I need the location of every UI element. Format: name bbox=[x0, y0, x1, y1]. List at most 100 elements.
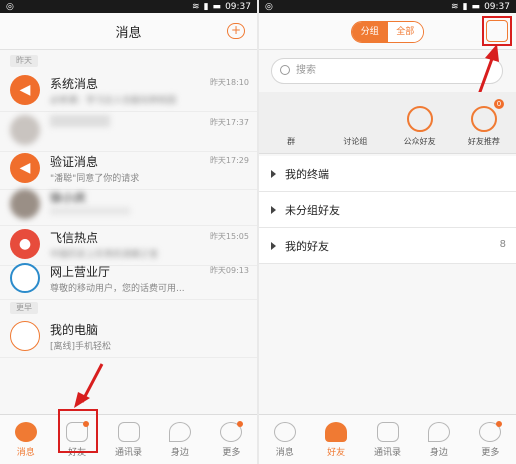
tab-messages[interactable]: 消息 bbox=[259, 415, 310, 464]
tab-label: 通讯录 bbox=[115, 447, 143, 458]
item-time: 昨天18:10 bbox=[209, 78, 249, 87]
quick-label: 公众好友 bbox=[403, 137, 436, 146]
group-row[interactable]: 我的好友 8 bbox=[259, 228, 516, 264]
avatar bbox=[10, 189, 40, 219]
speaker-icon: ◀ bbox=[10, 75, 40, 105]
group-name: 我的好友 bbox=[285, 240, 329, 253]
search-placeholder: 搜索 bbox=[296, 65, 316, 76]
status-bar: ◎ ≋ ▮ ▬ 09:37 bbox=[0, 0, 257, 13]
quick-actions: 群 讨论组 公众好友 0 好友推荐 bbox=[259, 92, 516, 154]
tab-nearby[interactable]: 身边 bbox=[154, 415, 205, 464]
tab-label: 消息 bbox=[16, 447, 35, 458]
tab-label: 身边 bbox=[429, 447, 448, 458]
china-mobile-logo bbox=[10, 263, 40, 293]
status-time: 09:37 bbox=[225, 1, 251, 12]
phone-book-icon bbox=[117, 421, 140, 442]
messages-screen: ◎ ≋ ▮ ▬ 09:37 消息 + 昨天 ◀ 系统消息 必修课：学习达人也能玩… bbox=[0, 0, 257, 464]
plus-chat-icon[interactable]: + bbox=[227, 23, 245, 39]
group-row[interactable]: 未分组好友 bbox=[259, 192, 516, 228]
quick-label: 讨论组 bbox=[343, 137, 368, 146]
status-icons-left: ◎ bbox=[6, 1, 14, 12]
tab-label: 更多 bbox=[222, 447, 241, 458]
item-name: 验证消息 bbox=[50, 155, 99, 169]
tab-contacts[interactable]: 通讯录 bbox=[103, 415, 154, 464]
phone-book-icon bbox=[376, 421, 399, 442]
speaker-icon: ◀ bbox=[10, 153, 40, 183]
battery-icon: ▬ bbox=[212, 1, 222, 12]
tab-all[interactable]: 全部 bbox=[387, 22, 423, 42]
quick-label: 群 bbox=[287, 137, 296, 146]
caret-right-icon bbox=[271, 206, 276, 214]
item-time: 昨天17:29 bbox=[209, 156, 249, 165]
status-time: 09:37 bbox=[484, 1, 510, 12]
segment-control[interactable]: 分组 全部 bbox=[351, 21, 424, 43]
signal-icon: ▮ bbox=[462, 1, 468, 12]
star-icon bbox=[406, 106, 433, 132]
group-name: 未分组好友 bbox=[285, 204, 340, 217]
quick-public-friends[interactable]: 公众好友 bbox=[388, 92, 452, 153]
recommend-icon bbox=[470, 106, 497, 132]
item-preview: [离线]手机轻松 bbox=[50, 342, 112, 352]
item-time: 昨天09:13 bbox=[209, 266, 249, 275]
tab-messages[interactable]: 消息 bbox=[0, 415, 51, 464]
notification-dot bbox=[496, 421, 503, 427]
item-name: 系统消息 bbox=[50, 77, 99, 91]
item-name: 飞信热点 bbox=[50, 231, 99, 245]
section-tag-earlier: 更早 bbox=[10, 302, 38, 314]
notification-dot bbox=[237, 421, 244, 427]
tab-label: 消息 bbox=[275, 447, 294, 458]
status-bar: ◎ ≋ ▮ ▬ 09:37 bbox=[259, 0, 516, 13]
page-title: 消息 bbox=[115, 25, 142, 41]
highlight-box bbox=[58, 409, 98, 453]
list-item[interactable]: 我的电脑 [离线]手机轻松 bbox=[0, 314, 257, 358]
tab-contacts[interactable]: 通讯录 bbox=[362, 415, 413, 464]
tab-label: 更多 bbox=[481, 447, 500, 458]
item-preview: 尊敬的移动用户，您的话费可用... bbox=[50, 284, 185, 294]
list-item[interactable]: ◀ 系统消息 必修课：学习达人也能玩转校园 昨天18:10 bbox=[0, 68, 257, 112]
tab-more[interactable]: 更多 bbox=[206, 415, 257, 464]
group-row[interactable]: 我的终端 bbox=[259, 156, 516, 192]
item-name: 网上营业厅 bbox=[50, 265, 111, 279]
message-icon bbox=[273, 421, 296, 442]
quick-group[interactable]: 群 bbox=[259, 92, 323, 153]
quick-label: 好友推荐 bbox=[467, 137, 500, 146]
battery-icon: ▬ bbox=[471, 1, 481, 12]
tab-nearby[interactable]: 身边 bbox=[413, 415, 464, 464]
friends-screen: ◎ ≋ ▮ ▬ 09:37 分组 全部 搜索 群 讨论组 公众好友 0 好友推荐… bbox=[259, 0, 516, 464]
item-preview bbox=[50, 207, 130, 215]
badge: 0 bbox=[494, 99, 504, 109]
monitor-icon bbox=[10, 321, 40, 351]
bottom-tab-bar: 消息 好友 通讯录 身边 更多 bbox=[0, 414, 257, 464]
quick-discussion[interactable]: 讨论组 bbox=[323, 92, 387, 153]
pin-icon: ● bbox=[10, 229, 40, 259]
wifi-icon: ≋ bbox=[192, 1, 200, 12]
caret-right-icon bbox=[271, 170, 276, 178]
section-tag-yesterday: 昨天 bbox=[10, 55, 38, 67]
group-name: 我的终端 bbox=[285, 168, 329, 181]
annotation-arrow bbox=[74, 363, 104, 408]
location-pin-icon bbox=[427, 421, 450, 442]
item-time: 昨天17:37 bbox=[209, 118, 249, 127]
status-icons-left: ◎ bbox=[265, 1, 273, 12]
quick-recommend[interactable]: 0 好友推荐 bbox=[452, 92, 516, 153]
tab-friends[interactable]: 好友 bbox=[310, 415, 361, 464]
wifi-icon: ≋ bbox=[451, 1, 459, 12]
tab-label: 通讯录 bbox=[374, 447, 402, 458]
list-item[interactable]: 徐小庆 bbox=[0, 182, 257, 226]
bottom-tab-bar: 消息 好友 通讯录 身边 更多 bbox=[259, 414, 516, 464]
item-preview: 必修课：学习达人也能玩转校园 bbox=[50, 96, 177, 106]
item-time: 昨天15:05 bbox=[209, 232, 249, 241]
item-name: 我的电脑 bbox=[50, 323, 99, 337]
signal-icon: ▮ bbox=[203, 1, 209, 12]
message-icon bbox=[14, 421, 37, 442]
tab-grouped[interactable]: 分组 bbox=[352, 22, 388, 42]
location-pin-icon bbox=[168, 421, 191, 442]
tab-more[interactable]: 更多 bbox=[465, 415, 516, 464]
list-item[interactable]: 网上营业厅 尊敬的移动用户，您的话费可用... 昨天09:13 bbox=[0, 256, 257, 300]
avatar bbox=[10, 115, 40, 145]
search-icon bbox=[280, 65, 290, 75]
header: 消息 + bbox=[0, 13, 257, 50]
group-count: 8 bbox=[499, 239, 506, 250]
item-name: 徐小庆 bbox=[50, 191, 87, 205]
person-icon bbox=[325, 421, 348, 442]
